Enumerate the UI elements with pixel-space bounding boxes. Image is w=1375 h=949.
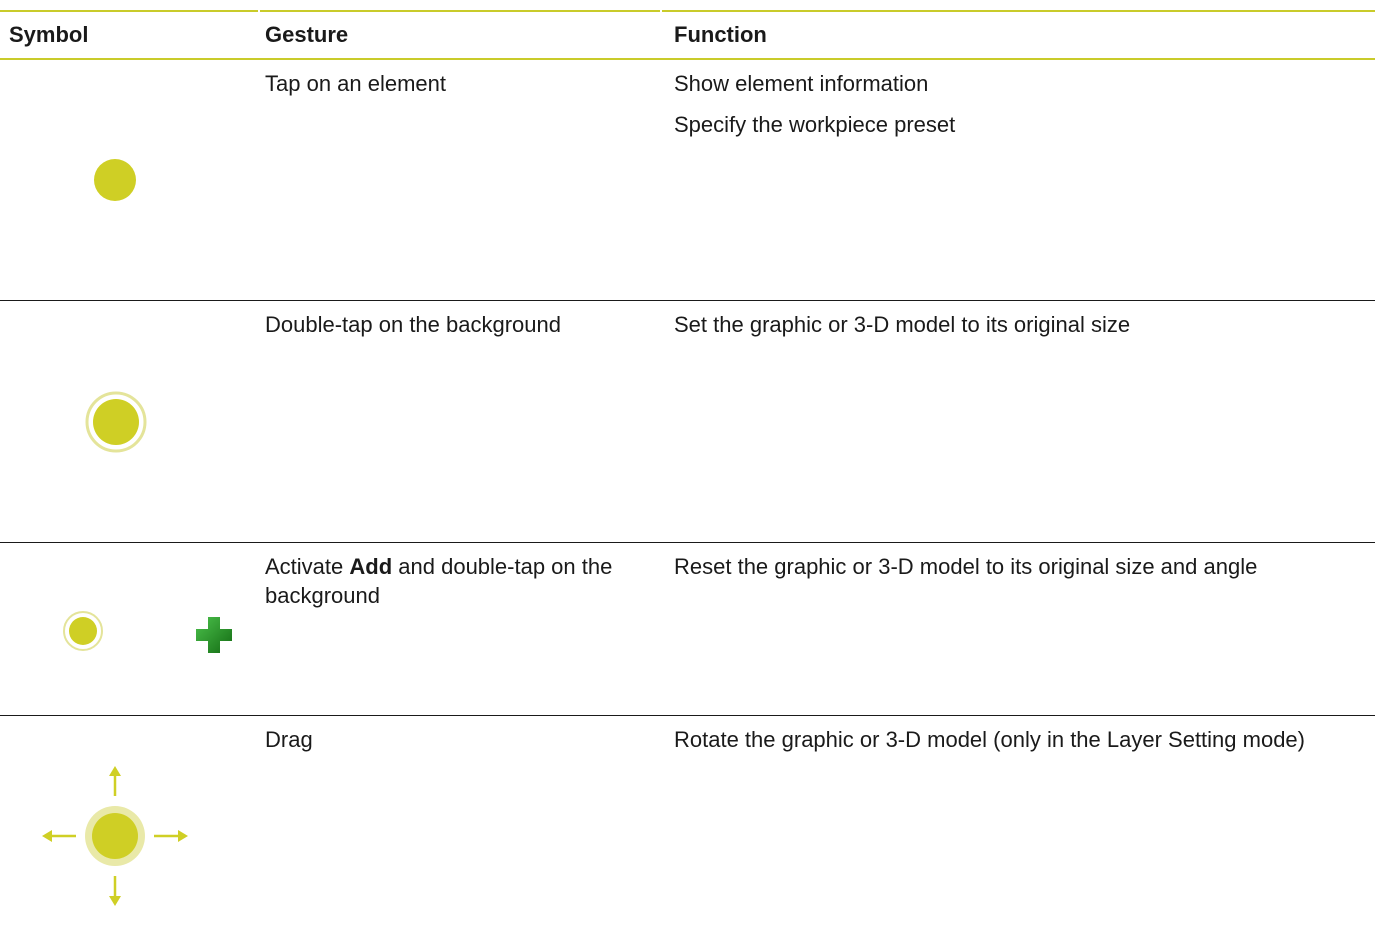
function-text: Show element information (674, 71, 929, 96)
add-keyword: Add (349, 554, 393, 579)
function-text: Specify the workpiece preset (674, 112, 956, 137)
gesture-text-pre: Activate (265, 554, 344, 579)
function-cell: Show element information Specify the wor… (674, 69, 1354, 139)
gesture-cell: Drag (265, 725, 645, 754)
drag-icon (42, 766, 188, 906)
table-row: Drag Rotate the graphic or 3-D model (on… (0, 716, 1375, 949)
gesture-text: Drag (265, 727, 313, 752)
function-cell: Reset the graphic or 3-D model to its or… (674, 552, 1354, 581)
table-row: Activate Add and double-tap on the backg… (0, 543, 1375, 716)
gesture-text: Tap on an element (265, 71, 447, 96)
tap-icon (94, 159, 136, 201)
function-text: Reset the graphic or 3-D model to its or… (674, 554, 1258, 579)
gesture-cell: Activate Add and double-tap on the backg… (265, 552, 645, 610)
header-function: Function (674, 22, 767, 47)
gesture-text: Double-tap on the background (265, 312, 561, 337)
function-cell: Set the graphic or 3-D model to its orig… (674, 310, 1354, 339)
function-text: Set the graphic or 3-D model to its orig… (674, 312, 1131, 337)
table-header: Symbol Gesture Function (0, 12, 1375, 58)
gesture-cell: Tap on an element (265, 69, 645, 98)
gesture-cell: Double-tap on the background (265, 310, 645, 339)
function-cell: Rotate the graphic or 3-D model (only in… (674, 725, 1354, 754)
double-tap-icon (85, 391, 147, 453)
header-symbol: Symbol (9, 22, 89, 47)
function-text: Rotate the graphic or 3-D model (only in… (674, 727, 1305, 752)
table-row: Double-tap on the background Set the gra… (0, 301, 1375, 543)
add-plus-icon (196, 617, 232, 653)
table-row: Tap on an element Show element informati… (0, 60, 1375, 301)
gesture-text: Activate Add and double-tap on the backg… (265, 552, 645, 610)
double-tap-icon (63, 611, 103, 651)
header-gesture: Gesture (265, 22, 349, 47)
